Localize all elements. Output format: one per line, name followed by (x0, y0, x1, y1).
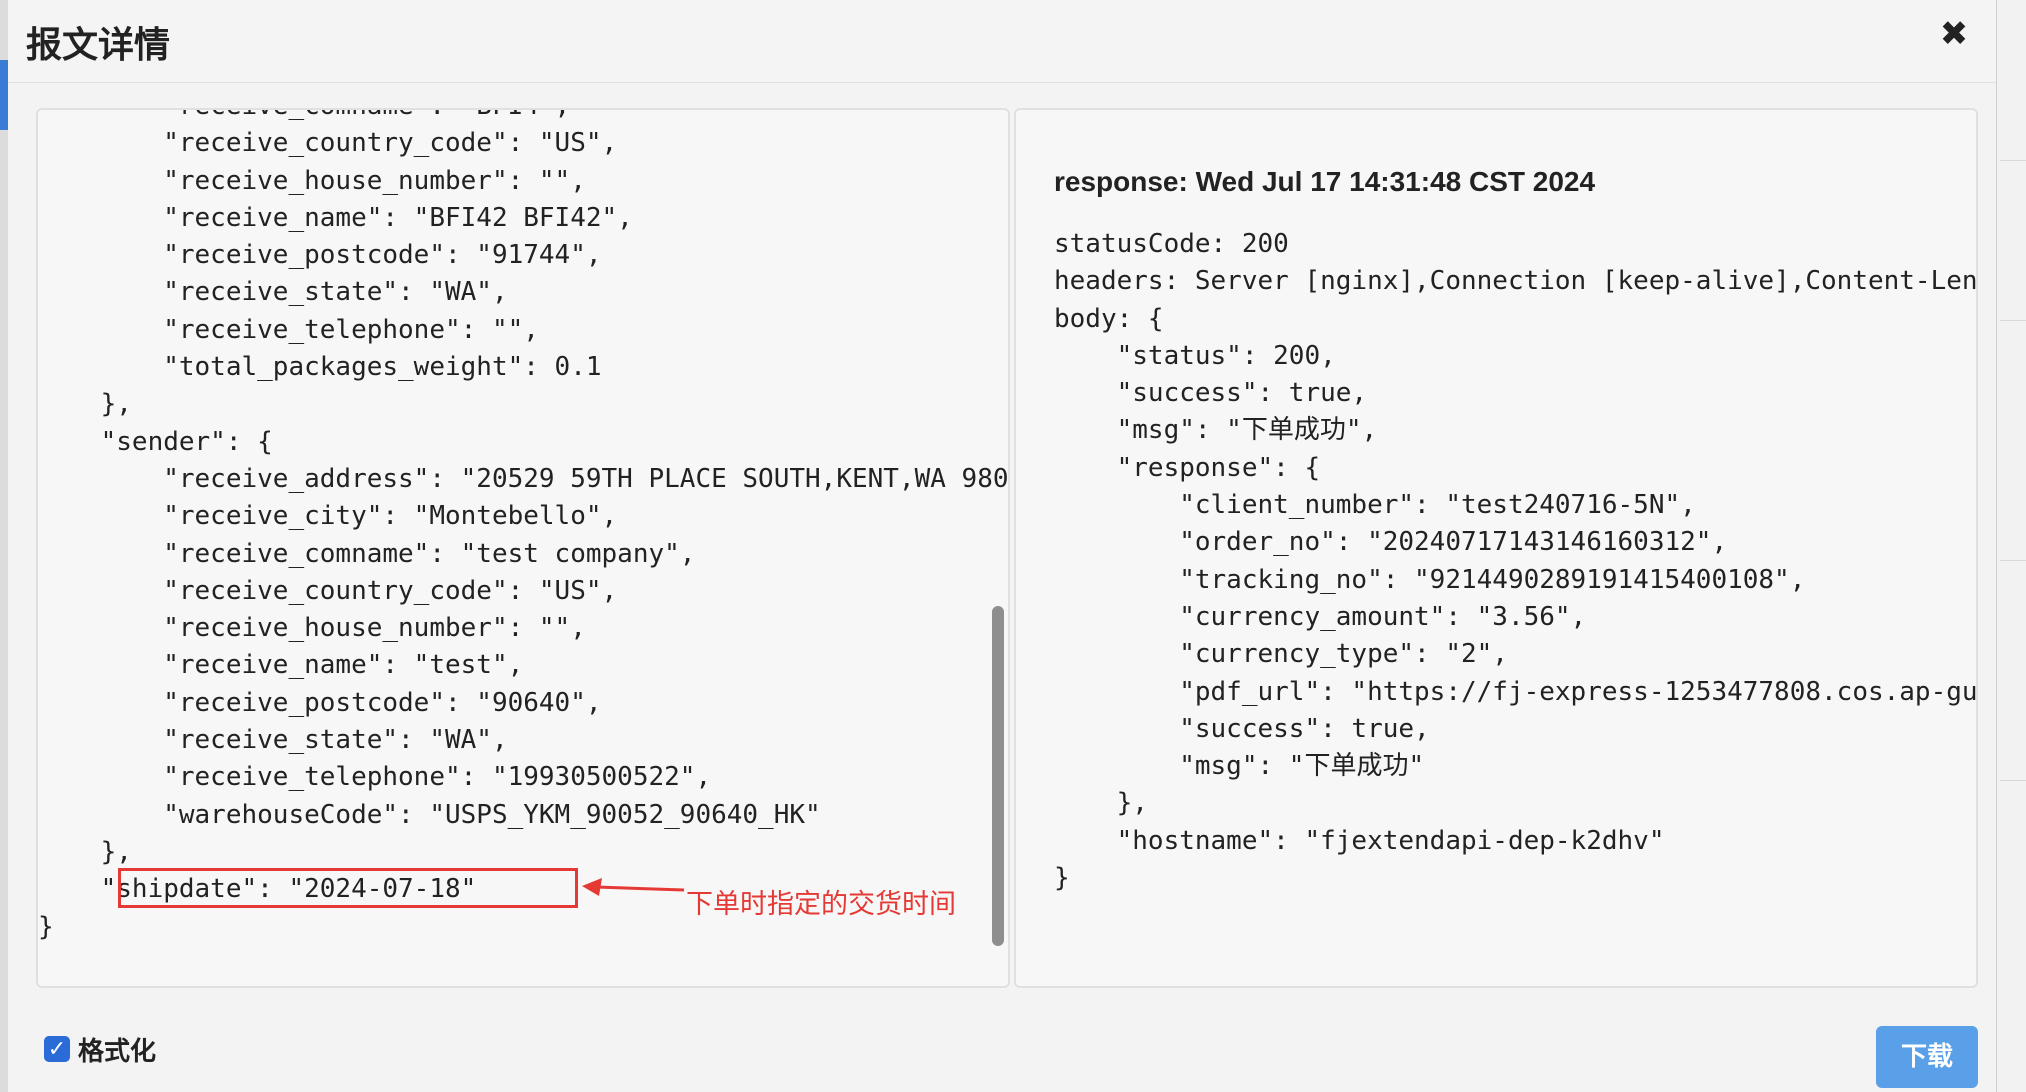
code-line: "receive_address": "20529 59TH PLACE SOU… (38, 463, 1010, 494)
annotation-arrow-icon (582, 878, 685, 896)
code-line: "hostname": "fjextendapi-dep-k2dhv" (1054, 825, 1665, 856)
code-line: "receive_postcode": "91744", (38, 240, 602, 271)
background-page-accent (0, 60, 8, 130)
request-code-block: "receive_comname": "BFI4", "receive_coun… (38, 110, 1010, 946)
dialog-title: 报文详情 (26, 25, 171, 66)
shipdate-annotation: 下单时指定的交货时间 (686, 889, 956, 920)
format-checkbox[interactable]: ✓ (44, 1036, 70, 1062)
code-line: "receive_name": "test", (38, 650, 524, 681)
code-line: "success": true, (1054, 378, 1368, 409)
response-title: response: Wed Jul 17 14:31:48 CST 2024 (1054, 166, 1596, 197)
background-row-line (2000, 320, 2026, 321)
code-line: }, (1054, 788, 1148, 819)
code-line: } (38, 911, 54, 942)
code-line: "msg": "下单成功" (1054, 751, 1425, 782)
background-page-edge (0, 0, 8, 1092)
code-line: statusCode: 200 (1054, 229, 1289, 259)
code-line: "currency_amount": "3.56", (1054, 601, 1587, 632)
background-row-line (2000, 160, 2026, 161)
code-line: "total_packages_weight": 0.1 (38, 352, 602, 383)
response-code-block: statusCode: 200 headers: Server [nginx],… (1054, 226, 1978, 897)
response-panel[interactable]: response: Wed Jul 17 14:31:48 CST 2024 s… (1014, 108, 1978, 988)
background-row-line (2000, 780, 2026, 781)
background-page-right (1996, 0, 2026, 1092)
code-line: "sender": { (38, 426, 273, 457)
format-toggle[interactable]: ✓ 格式化 (44, 1034, 156, 1067)
shipdate-highlight-box (118, 868, 578, 908)
code-line: "tracking_no": "9214490289191415400108", (1054, 564, 1806, 595)
code-line: }, (38, 389, 132, 420)
format-label[interactable]: 格式化 (78, 1031, 156, 1068)
code-line: "status": 200, (1054, 340, 1336, 371)
code-line: "receive_city": "Montebello", (38, 501, 618, 532)
code-line: "receive_house_number": "", (38, 165, 586, 196)
code-line: "receive_name": "BFI42 BFI42", (38, 202, 633, 233)
code-line: "pdf_url": "https://fj-express-125347780… (1179, 676, 1978, 707)
code-line: } (1054, 863, 1070, 894)
code-line: "receive_state": "WA", (38, 725, 508, 756)
code-line: "order_no": "20240717143146160312", (1054, 527, 1728, 558)
code-line: "warehouseCode": "USPS_YKM_90052_90640_H… (38, 799, 821, 830)
code-line: "response": { (1054, 452, 1321, 483)
message-detail-dialog: 报文详情 ✖ "receive_comname": "BFI4", "recei… (8, 0, 1997, 1092)
code-line: "currency_type": "2", (1054, 639, 1508, 670)
code-line: headers: Server [nginx],Connection [keep… (1054, 266, 1978, 297)
code-line: }, (38, 836, 132, 867)
code-line: "receive_country_code": "US", (38, 128, 618, 159)
check-icon: ✓ (47, 1036, 67, 1062)
code-line: "receive_comname": "test company", (38, 538, 696, 569)
code-line: "receive_country_code": "US", (38, 575, 618, 606)
code-line: "receive_state": "WA", (38, 277, 508, 308)
request-scrollbar[interactable] (992, 606, 1004, 946)
code-line: "receive_house_number": "", (38, 613, 586, 644)
close-icon[interactable]: ✖ (1934, 14, 1974, 54)
code-line: "receive_telephone": "19930500522", (38, 762, 712, 793)
code-line: "receive_postcode": "90640", (38, 687, 602, 718)
download-button[interactable]: 下载 (1876, 1026, 1978, 1088)
dialog-header: 报文详情 ✖ (8, 0, 1996, 83)
code-line: body: { (1054, 303, 1164, 334)
background-row-line (2000, 560, 2026, 561)
code-line: "msg": "下单成功", (1054, 415, 1378, 446)
request-panel[interactable]: "receive_comname": "BFI4", "receive_coun… (36, 108, 1010, 988)
code-line: "receive_telephone": "", (38, 314, 539, 345)
code-line: "success": true, (1054, 713, 1430, 744)
code-line: "client_number": "test240716-5N", (1054, 490, 1696, 521)
code-line: "receive_comname": "BFI4", (38, 110, 570, 121)
